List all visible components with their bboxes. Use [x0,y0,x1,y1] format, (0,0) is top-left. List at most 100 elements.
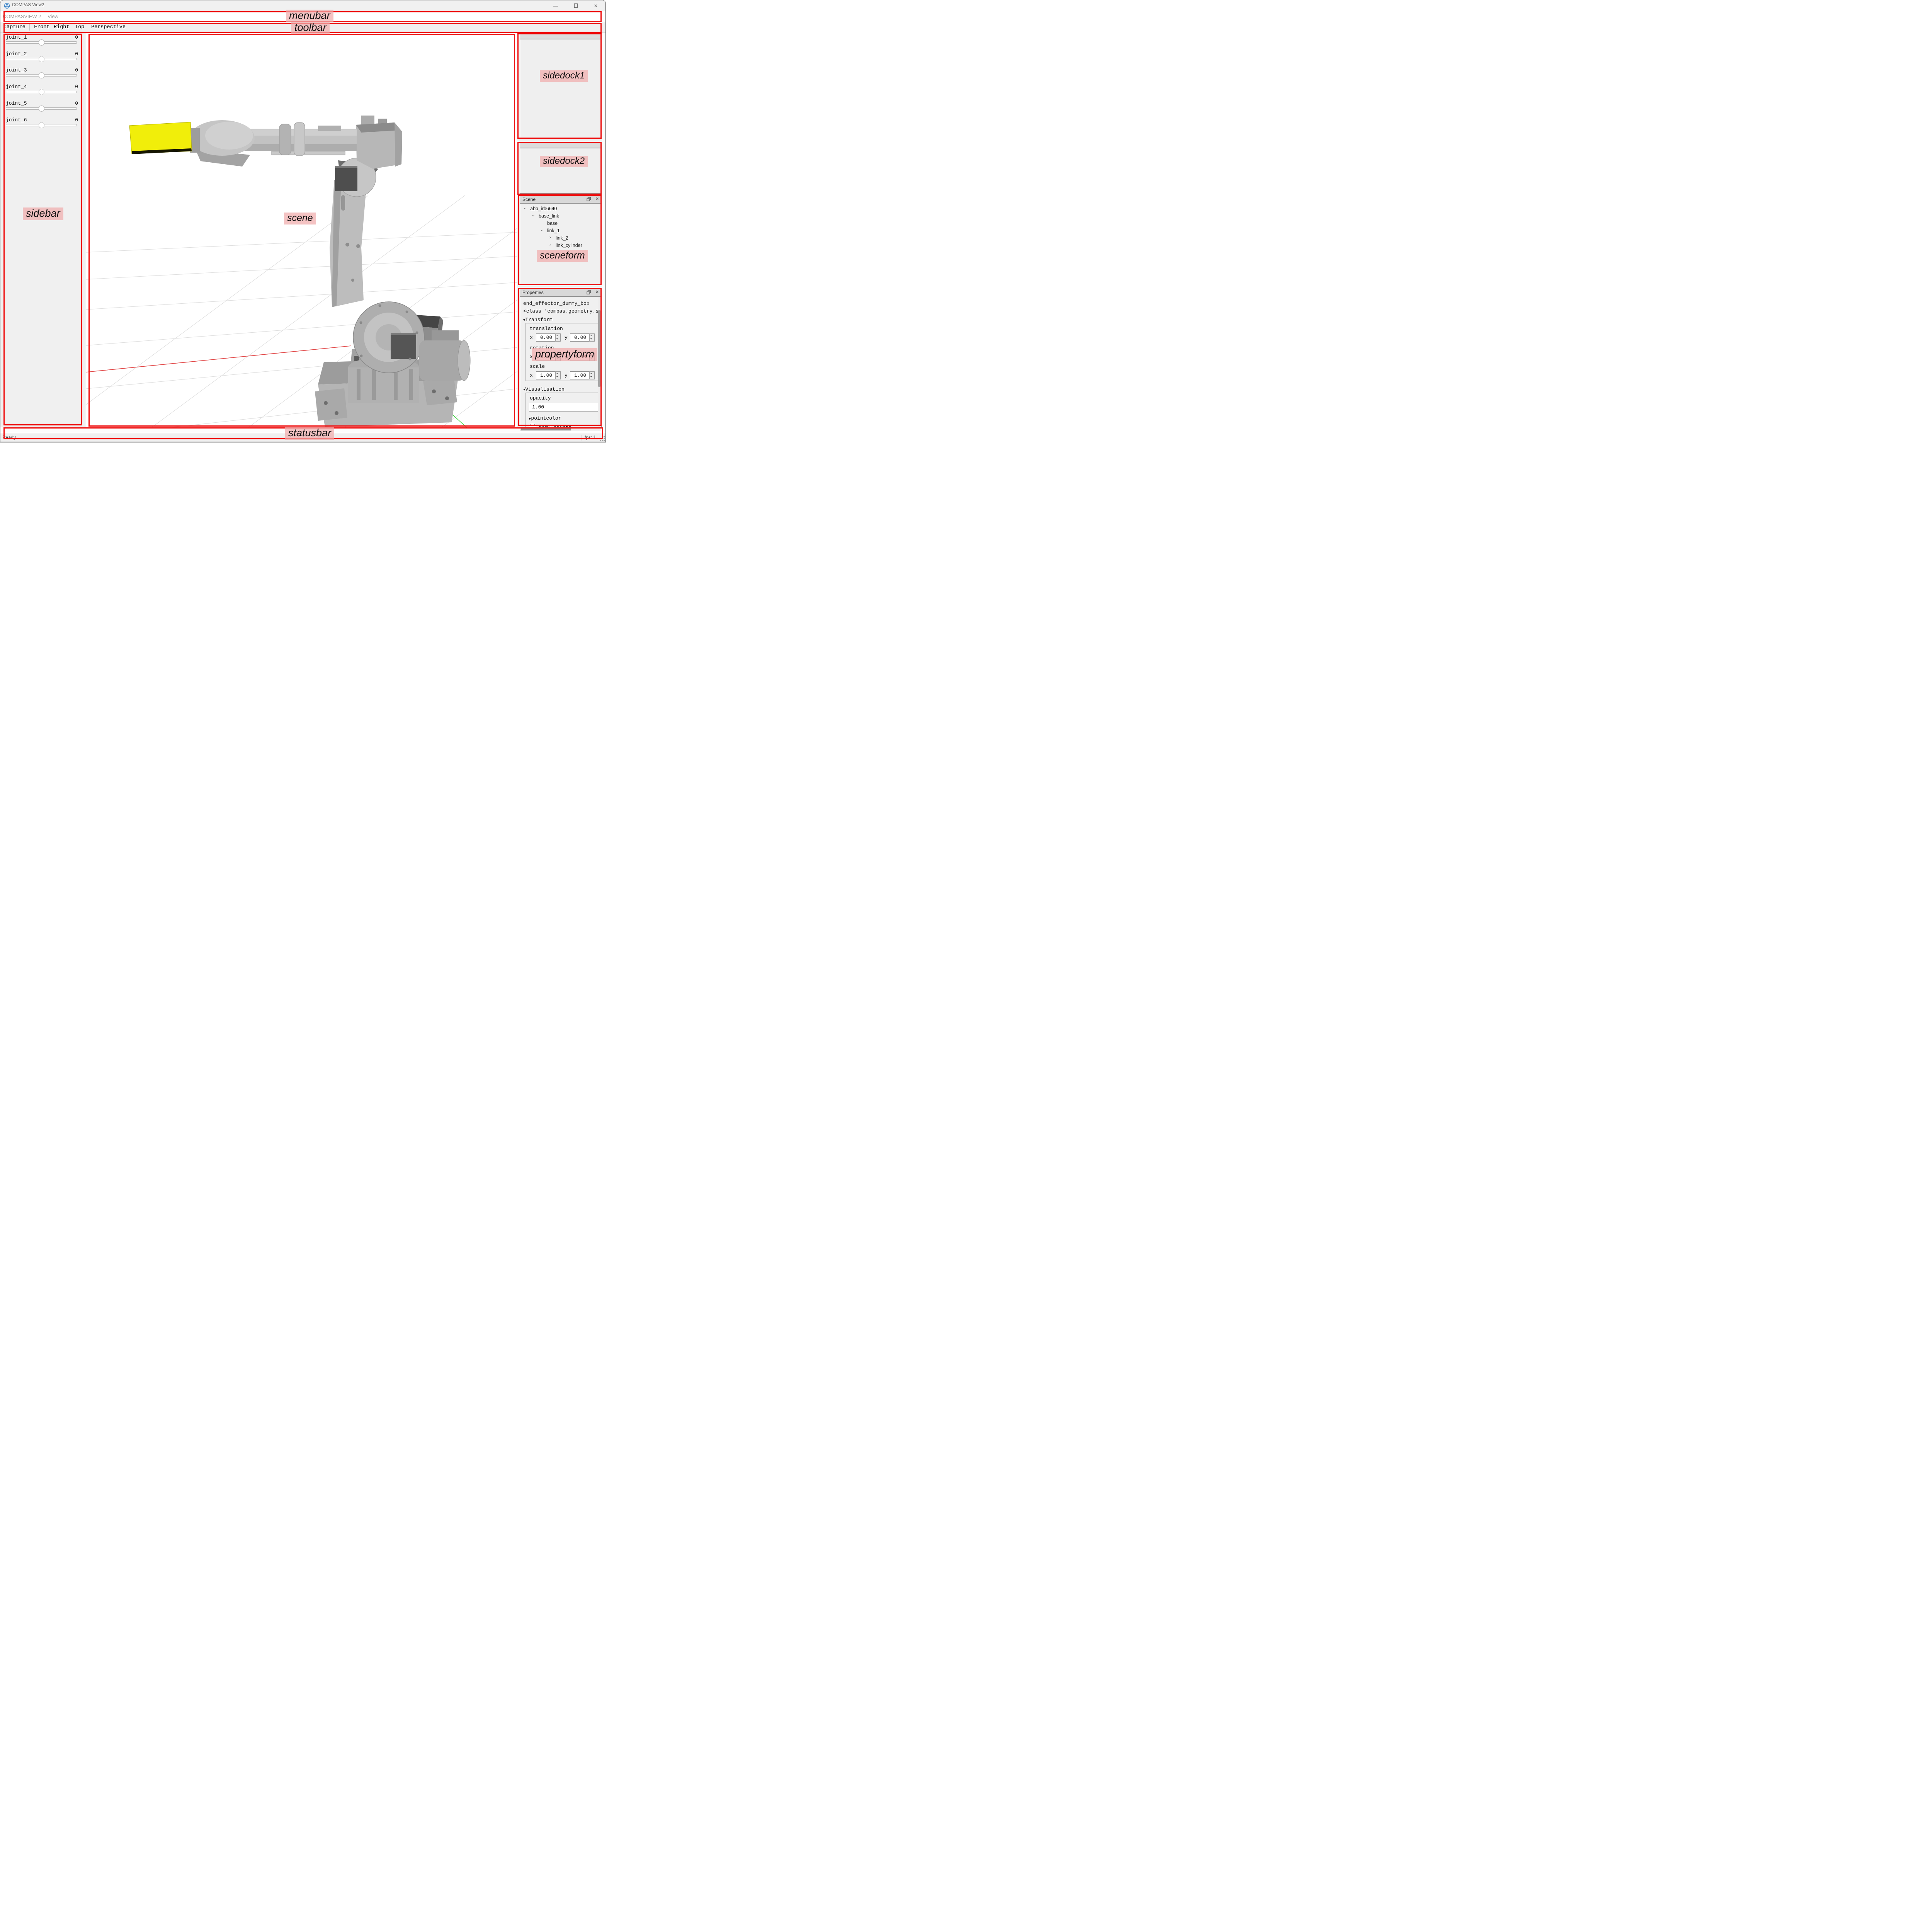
slider-handle[interactable] [39,89,44,95]
scrollbar-thumb[interactable] [521,429,571,430]
chevron-down-icon[interactable]: › [531,215,536,216]
minimize-button[interactable]: — [547,0,565,11]
tree-item-label: base [547,221,558,226]
spin-up-icon[interactable]: ▲ [590,372,592,375]
scene-panel-title: Scene [522,197,536,202]
joint-value: 0 [75,117,78,123]
joint-slider[interactable] [6,58,77,60]
tree-item-base[interactable]: base [520,220,601,227]
scene-panel-titlebar[interactable]: Scene ✕ [520,195,602,203]
tree-item-link-cylinder[interactable]: › link_cylinder [520,242,601,249]
float-icon[interactable] [587,290,591,295]
properties-vertical-scrollbar[interactable] [598,297,601,427]
object-class: <class 'compas.geometry.shap [523,308,602,314]
scale-x-stepper[interactable]: ▲ ▼ [555,371,561,379]
slider-handle[interactable] [39,56,44,62]
translation-x-field[interactable]: 0.00 [536,333,555,342]
maximize-icon [574,3,578,8]
toolbar-top-button[interactable]: Top [75,24,84,30]
opacity-input[interactable]: 1.00 [529,403,602,412]
menu-compasview2[interactable]: COMPASVIEW 2 [3,14,41,19]
joint-slider[interactable] [6,124,77,126]
toolbar-capture-button[interactable]: Capture [3,24,26,30]
toolbar-front-button[interactable]: Front [34,24,50,30]
scale-y-stepper[interactable]: ▲ ▼ [589,371,595,379]
toolbar-right-button[interactable]: Right [54,24,70,30]
close-button[interactable]: ✕ [587,0,605,11]
spin-down-icon[interactable]: ▼ [556,376,558,378]
scale-y-field[interactable]: 1.00 [570,371,589,379]
slider-handle[interactable] [39,122,44,128]
joint-slider[interactable] [6,74,77,77]
axis-label: x [530,354,533,360]
tree-item-link-1[interactable]: › link_1 [520,227,601,235]
status-ready-text: Ready [2,435,16,440]
translation-y-field[interactable]: 0.00 [570,333,589,342]
chevron-down-icon[interactable]: › [539,230,544,231]
dock-edge-gutter [602,33,606,427]
chevron-right-icon[interactable]: › [549,235,551,240]
translation-y-stepper[interactable]: ▲ ▼ [589,333,595,342]
show-points-checkbox[interactable] [530,424,535,427]
toolbar-separator [29,24,30,31]
tree-item-link-2[interactable]: › link_2 [520,235,601,242]
tree-item-base-link[interactable]: › base_link [520,213,601,220]
properties-panel-titlebar[interactable]: Properties ✕ [520,288,602,296]
chevron-down-icon[interactable]: › [522,207,527,209]
maximize-button[interactable] [567,0,585,11]
toolbar-perspective-button[interactable]: Perspective [91,24,126,30]
resize-grip[interactable] [600,436,605,441]
translation-x-stepper[interactable]: ▲ ▼ [555,333,561,342]
spin-up-icon[interactable]: ▲ [556,335,558,337]
visualisation-section-header[interactable]: ▼Visualisation [523,386,565,392]
joint-label: joint_6 [6,117,27,123]
scale-x-field[interactable]: 1.00 [536,371,555,379]
slider-handle[interactable] [39,39,44,46]
joint-slider[interactable] [6,41,77,44]
tree-item-abb-irb6640[interactable]: › abb_irb6640 [520,205,601,213]
scrollbar-thumb[interactable] [598,310,600,387]
section-label: Visualisation [525,386,564,392]
joint-row: joint_5 0 [0,100,86,117]
panel-close-icon[interactable]: ✕ [595,289,599,294]
rotation-x-stepper[interactable]: ▲ ▼ [555,353,561,361]
joint-slider[interactable] [6,107,77,110]
spin-down-icon[interactable]: ▼ [590,338,592,340]
axis-label: y [565,354,568,360]
slider-handle[interactable] [39,72,44,78]
slider-handle[interactable] [39,105,44,112]
spin-up-icon[interactable]: ▲ [556,354,558,356]
properties-horizontal-scrollbar[interactable] [520,428,601,431]
app-logo-icon [4,3,10,9]
rotation-y-stepper[interactable]: ▲ ▼ [589,353,595,361]
spin-down-icon[interactable]: ▼ [590,357,592,360]
chevron-right-icon[interactable]: › [549,243,551,247]
tree-item-label: link_1 [547,228,560,233]
spin-down-icon[interactable]: ▼ [556,357,558,360]
panel-close-icon[interactable]: ✕ [595,196,599,201]
rotation-x-field[interactable]: 0.00 [536,353,555,361]
spin-down-icon[interactable]: ▼ [556,338,558,340]
scene-viewport[interactable] [86,33,517,427]
translation-label: translation [530,326,563,332]
joint-value: 0 [75,51,78,57]
spin-up-icon[interactable]: ▲ [556,372,558,375]
joint-slider[interactable] [6,91,77,93]
titlebar[interactable]: COMPAS View2 — ✕ [0,0,605,11]
menu-view[interactable]: View [48,14,58,19]
scale-row: x 1.00 ▲ ▼ y 1.00 ▲ ▼ z [526,371,602,380]
scene-canvas [86,33,517,427]
joint-label: joint_2 [6,51,27,57]
tree-item-label: abb_irb6640 [530,206,557,211]
joint-value: 0 [75,84,78,90]
transform-section-header[interactable]: ▼Transform [523,317,553,323]
float-icon[interactable] [587,197,591,202]
sidedock2-titlebar[interactable] [520,143,602,148]
rotation-y-field[interactable]: 0.00 [570,353,589,361]
pointcolor-row[interactable]: ▶pointcolor [529,415,561,421]
spin-down-icon[interactable]: ▼ [590,376,592,378]
spin-up-icon[interactable]: ▲ [590,354,592,356]
joint-label: joint_5 [6,100,27,106]
sidedock1-titlebar[interactable] [520,34,602,39]
spin-up-icon[interactable]: ▲ [590,335,592,337]
